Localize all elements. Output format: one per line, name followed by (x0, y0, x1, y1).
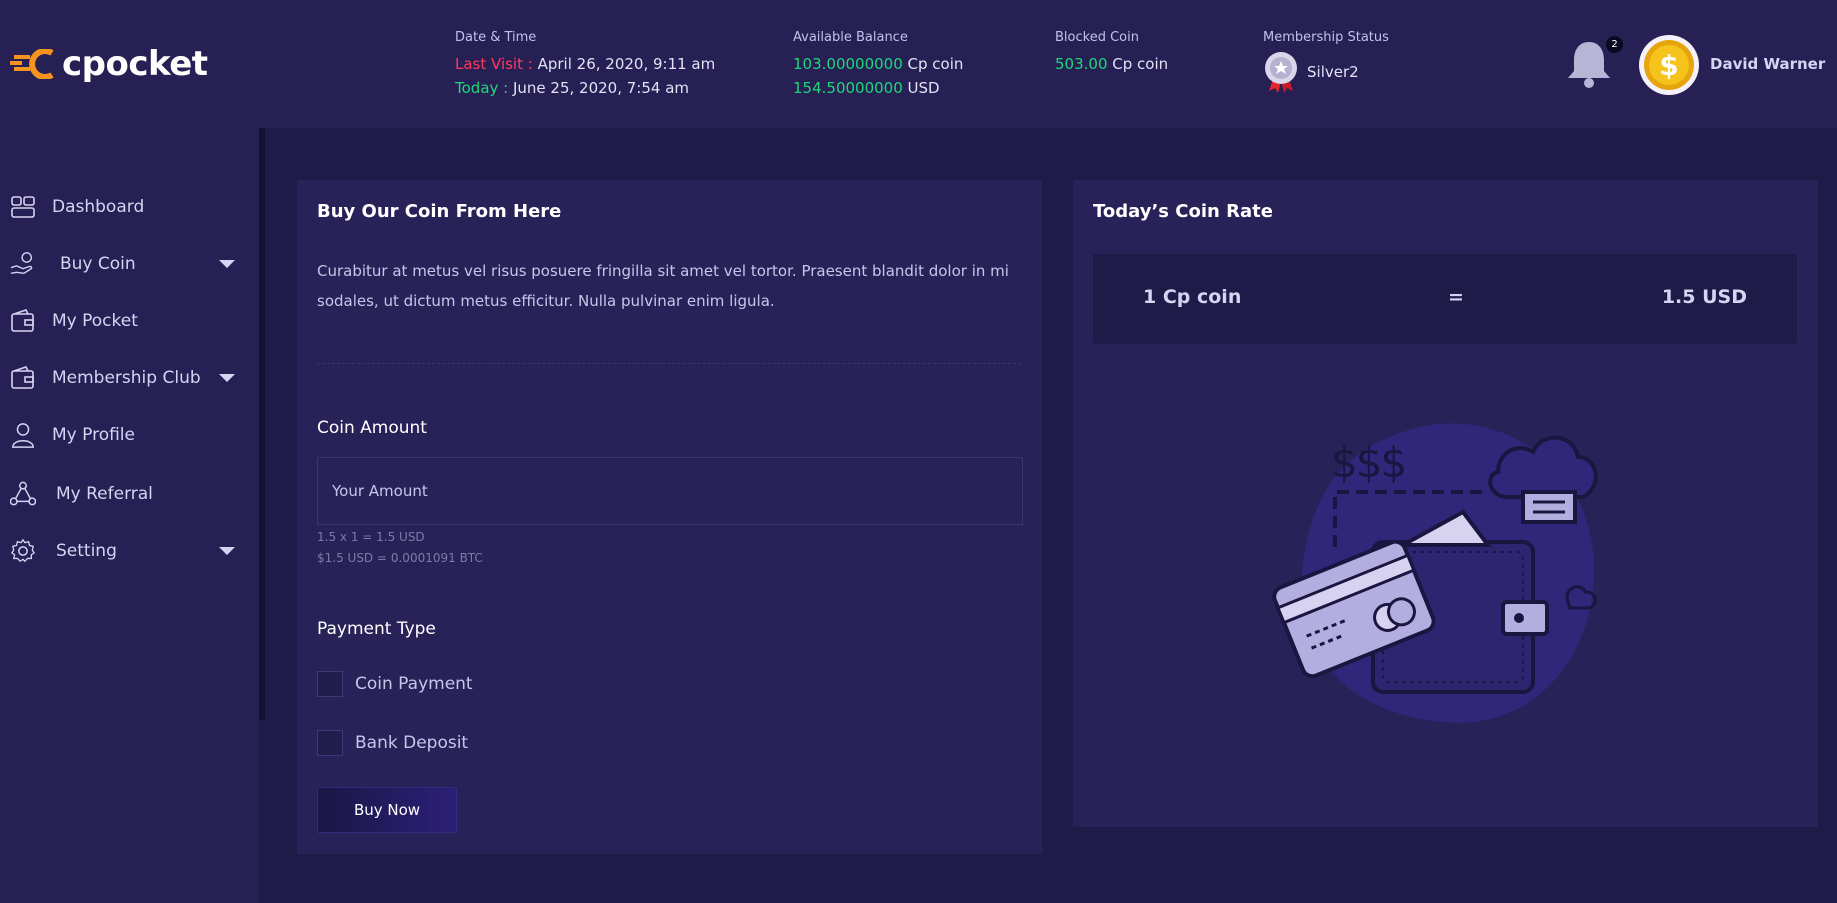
sidebar-item-my-pocket[interactable]: My Pocket (0, 299, 259, 343)
payment-type-label: Payment Type (317, 619, 436, 639)
buy-coin-card: Buy Our Coin From Here Curabitur at metu… (297, 180, 1042, 854)
sidebar-item-label: My Pocket (52, 311, 138, 331)
svg-text:$$$: $$$ (1331, 438, 1405, 487)
balance-coin-unit: Cp coin (907, 55, 964, 73)
membership-value: Silver2 (1307, 63, 1359, 81)
chevron-down-icon (219, 260, 235, 268)
last-visit-value: April 26, 2020, 9:11 am (537, 55, 716, 73)
balance-label: Available Balance (793, 30, 908, 45)
rate-left: 1 Cp coin (1143, 286, 1242, 308)
rate-right: 1.5 USD (1661, 286, 1747, 308)
medal-icon (1265, 52, 1297, 93)
user-icon (12, 423, 34, 448)
blocked-unit: Cp coin (1112, 55, 1169, 73)
membership-group: Membership Status Silver2 (1263, 30, 1389, 93)
coin-payment-option[interactable]: Coin Payment (317, 671, 473, 697)
hand-coin-icon (10, 252, 33, 275)
wallet-cards-illustration: $$$ (1272, 423, 1598, 723)
membership-label: Membership Status (1263, 30, 1389, 45)
balance-coin-amount: 103.00000000 (793, 55, 903, 73)
sidebar-item-buy-coin[interactable]: Buy Coin (0, 242, 259, 286)
logo-wordmark: cpocket (62, 44, 208, 84)
blocked-group: Blocked Coin 503.00 Cp coin (1055, 30, 1168, 79)
sidebar-item-label: Buy Coin (60, 254, 136, 274)
svg-text:$: $ (1659, 49, 1678, 82)
today-label: Today : (455, 79, 509, 97)
today-value: June 25, 2020, 7:54 am (512, 79, 690, 97)
logo-speed-icon (10, 49, 54, 79)
usd-conversion-hint: 1.5 x 1 = 1.5 USD (317, 530, 425, 544)
gear-icon (10, 538, 36, 563)
network-icon (10, 481, 36, 506)
wallet-icon (11, 309, 34, 332)
sidebar-item-dashboard[interactable]: Dashboard (0, 185, 259, 229)
sidebar-item-label: Dashboard (52, 197, 145, 217)
blocked-label: Blocked Coin (1055, 30, 1139, 45)
today-line: Today : June 25, 2020, 7:54 am (455, 79, 715, 97)
buy-now-button[interactable]: Buy Now (317, 787, 457, 833)
datetime-group: Date & Time Last Visit : April 26, 2020,… (455, 30, 715, 103)
coin-payment-checkbox[interactable] (317, 671, 343, 697)
balance-usd-line: 154.50000000 USD (793, 79, 963, 97)
logo[interactable]: cpocket (10, 44, 208, 84)
coin-amount-label: Coin Amount (317, 418, 427, 438)
last-visit-label: Last Visit : (455, 55, 533, 73)
dashboard-icon (11, 196, 35, 218)
user-name[interactable]: David Warner (1710, 55, 1825, 73)
top-header: cpocket Date & Time Last Visit : April 2… (0, 0, 1837, 128)
sidebar-item-membership-club[interactable]: Membership Club (0, 356, 259, 400)
sidebar-item-label: My Referral (56, 484, 153, 504)
blocked-amount: 503.00 (1055, 55, 1108, 73)
sidebar-scrollbar[interactable] (259, 128, 265, 720)
divider (317, 363, 1021, 364)
sidebar-item-label: Membership Club (52, 368, 201, 388)
sidebar-item-setting[interactable]: Setting (0, 529, 259, 573)
bank-deposit-option[interactable]: Bank Deposit (317, 730, 468, 756)
coin-payment-label: Coin Payment (355, 674, 473, 694)
buy-card-description: Curabitur at metus vel risus posuere fri… (317, 262, 1009, 310)
buy-card-title: Buy Our Coin From Here (317, 201, 562, 222)
sidebar-item-label: Setting (56, 541, 117, 561)
rate-card-title: Today’s Coin Rate (1093, 201, 1273, 222)
chevron-down-icon (219, 547, 235, 555)
membership-row: Silver2 (1263, 51, 1389, 93)
notification-badge: 2 (1606, 36, 1623, 53)
dollar-coin-icon[interactable]: $ (1638, 34, 1700, 96)
sidebar-item-my-profile[interactable]: My Profile (0, 413, 259, 457)
blocked-line: 503.00 Cp coin (1055, 55, 1168, 73)
sidebar-item-my-referral[interactable]: My Referral (0, 472, 259, 516)
datetime-label: Date & Time (455, 30, 537, 45)
last-visit-line: Last Visit : April 26, 2020, 9:11 am (455, 55, 715, 73)
coin-amount-input[interactable] (317, 457, 1023, 525)
btc-conversion-hint: $1.5 USD = 0.0001091 BTC (317, 551, 483, 565)
wallet-icon (11, 366, 34, 389)
balance-group: Available Balance 103.00000000 Cp coin 1… (793, 30, 963, 103)
balance-usd-unit: USD (907, 79, 940, 97)
balance-usd-amount: 154.50000000 (793, 79, 903, 97)
bank-deposit-checkbox[interactable] (317, 730, 343, 756)
bank-deposit-label: Bank Deposit (355, 733, 469, 753)
balance-coin-line: 103.00000000 Cp coin (793, 55, 963, 73)
rate-box: 1 Cp coin = 1.5 USD (1093, 254, 1797, 344)
chevron-down-icon (219, 374, 235, 382)
sidebar-item-label: My Profile (52, 425, 135, 445)
rate-equals: = (1448, 286, 1464, 308)
coin-rate-card: Today’s Coin Rate 1 Cp coin = 1.5 USD $$… (1073, 180, 1818, 827)
